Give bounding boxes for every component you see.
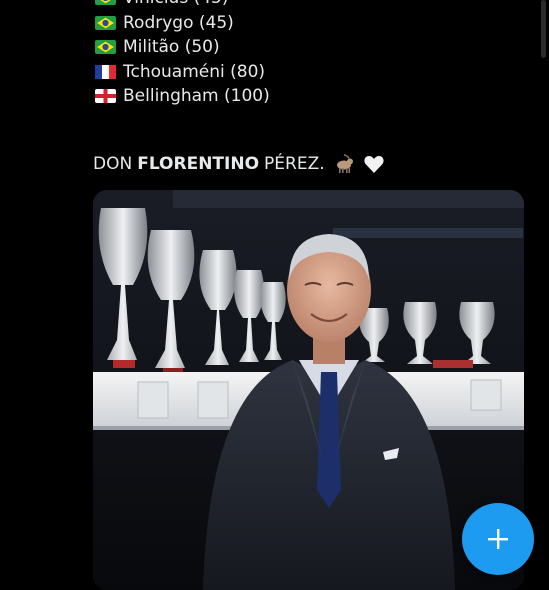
post-image[interactable]	[93, 190, 524, 590]
list-item: Bellingham (100)	[95, 84, 270, 109]
france-flag-icon	[95, 64, 116, 79]
list-item-text: Rodrygo (45)	[123, 12, 234, 33]
england-flag-icon	[95, 89, 116, 104]
tweet-post: Vinícius (45) Rodrygo (45) Militão (50) …	[0, 0, 549, 590]
list-item: Rodrygo (45)	[95, 11, 270, 36]
list-item: Militão (50)	[95, 35, 270, 60]
list-item: Tchouaméni (80)	[95, 60, 270, 85]
player-list: Vinícius (45) Rodrygo (45) Militão (50) …	[95, 0, 270, 109]
brazil-flag-icon	[95, 0, 116, 6]
list-item-text: Vinícius (45)	[123, 0, 228, 11]
brazil-flag-icon	[95, 40, 116, 55]
list-item-text: Bellingham (100)	[123, 86, 270, 106]
list-item-text: Militão (50)	[123, 37, 220, 57]
post-headline: DON FLORENTINO PÉREZ.	[93, 151, 385, 177]
plus-icon	[488, 529, 508, 549]
scrollbar[interactable]	[541, 0, 546, 58]
list-item: Vinícius (45)	[95, 0, 270, 11]
headline-bold: FLORENTINO	[137, 154, 260, 174]
list-item-text: Tchouaméni (80)	[123, 61, 266, 82]
headline-suffix: PÉREZ.	[264, 154, 325, 174]
white-heart-emoji-icon	[363, 154, 385, 174]
brazil-flag-icon	[95, 15, 116, 30]
headline-prefix: DON	[93, 154, 133, 174]
compose-button[interactable]	[462, 503, 534, 575]
goat-emoji-icon	[333, 154, 355, 174]
